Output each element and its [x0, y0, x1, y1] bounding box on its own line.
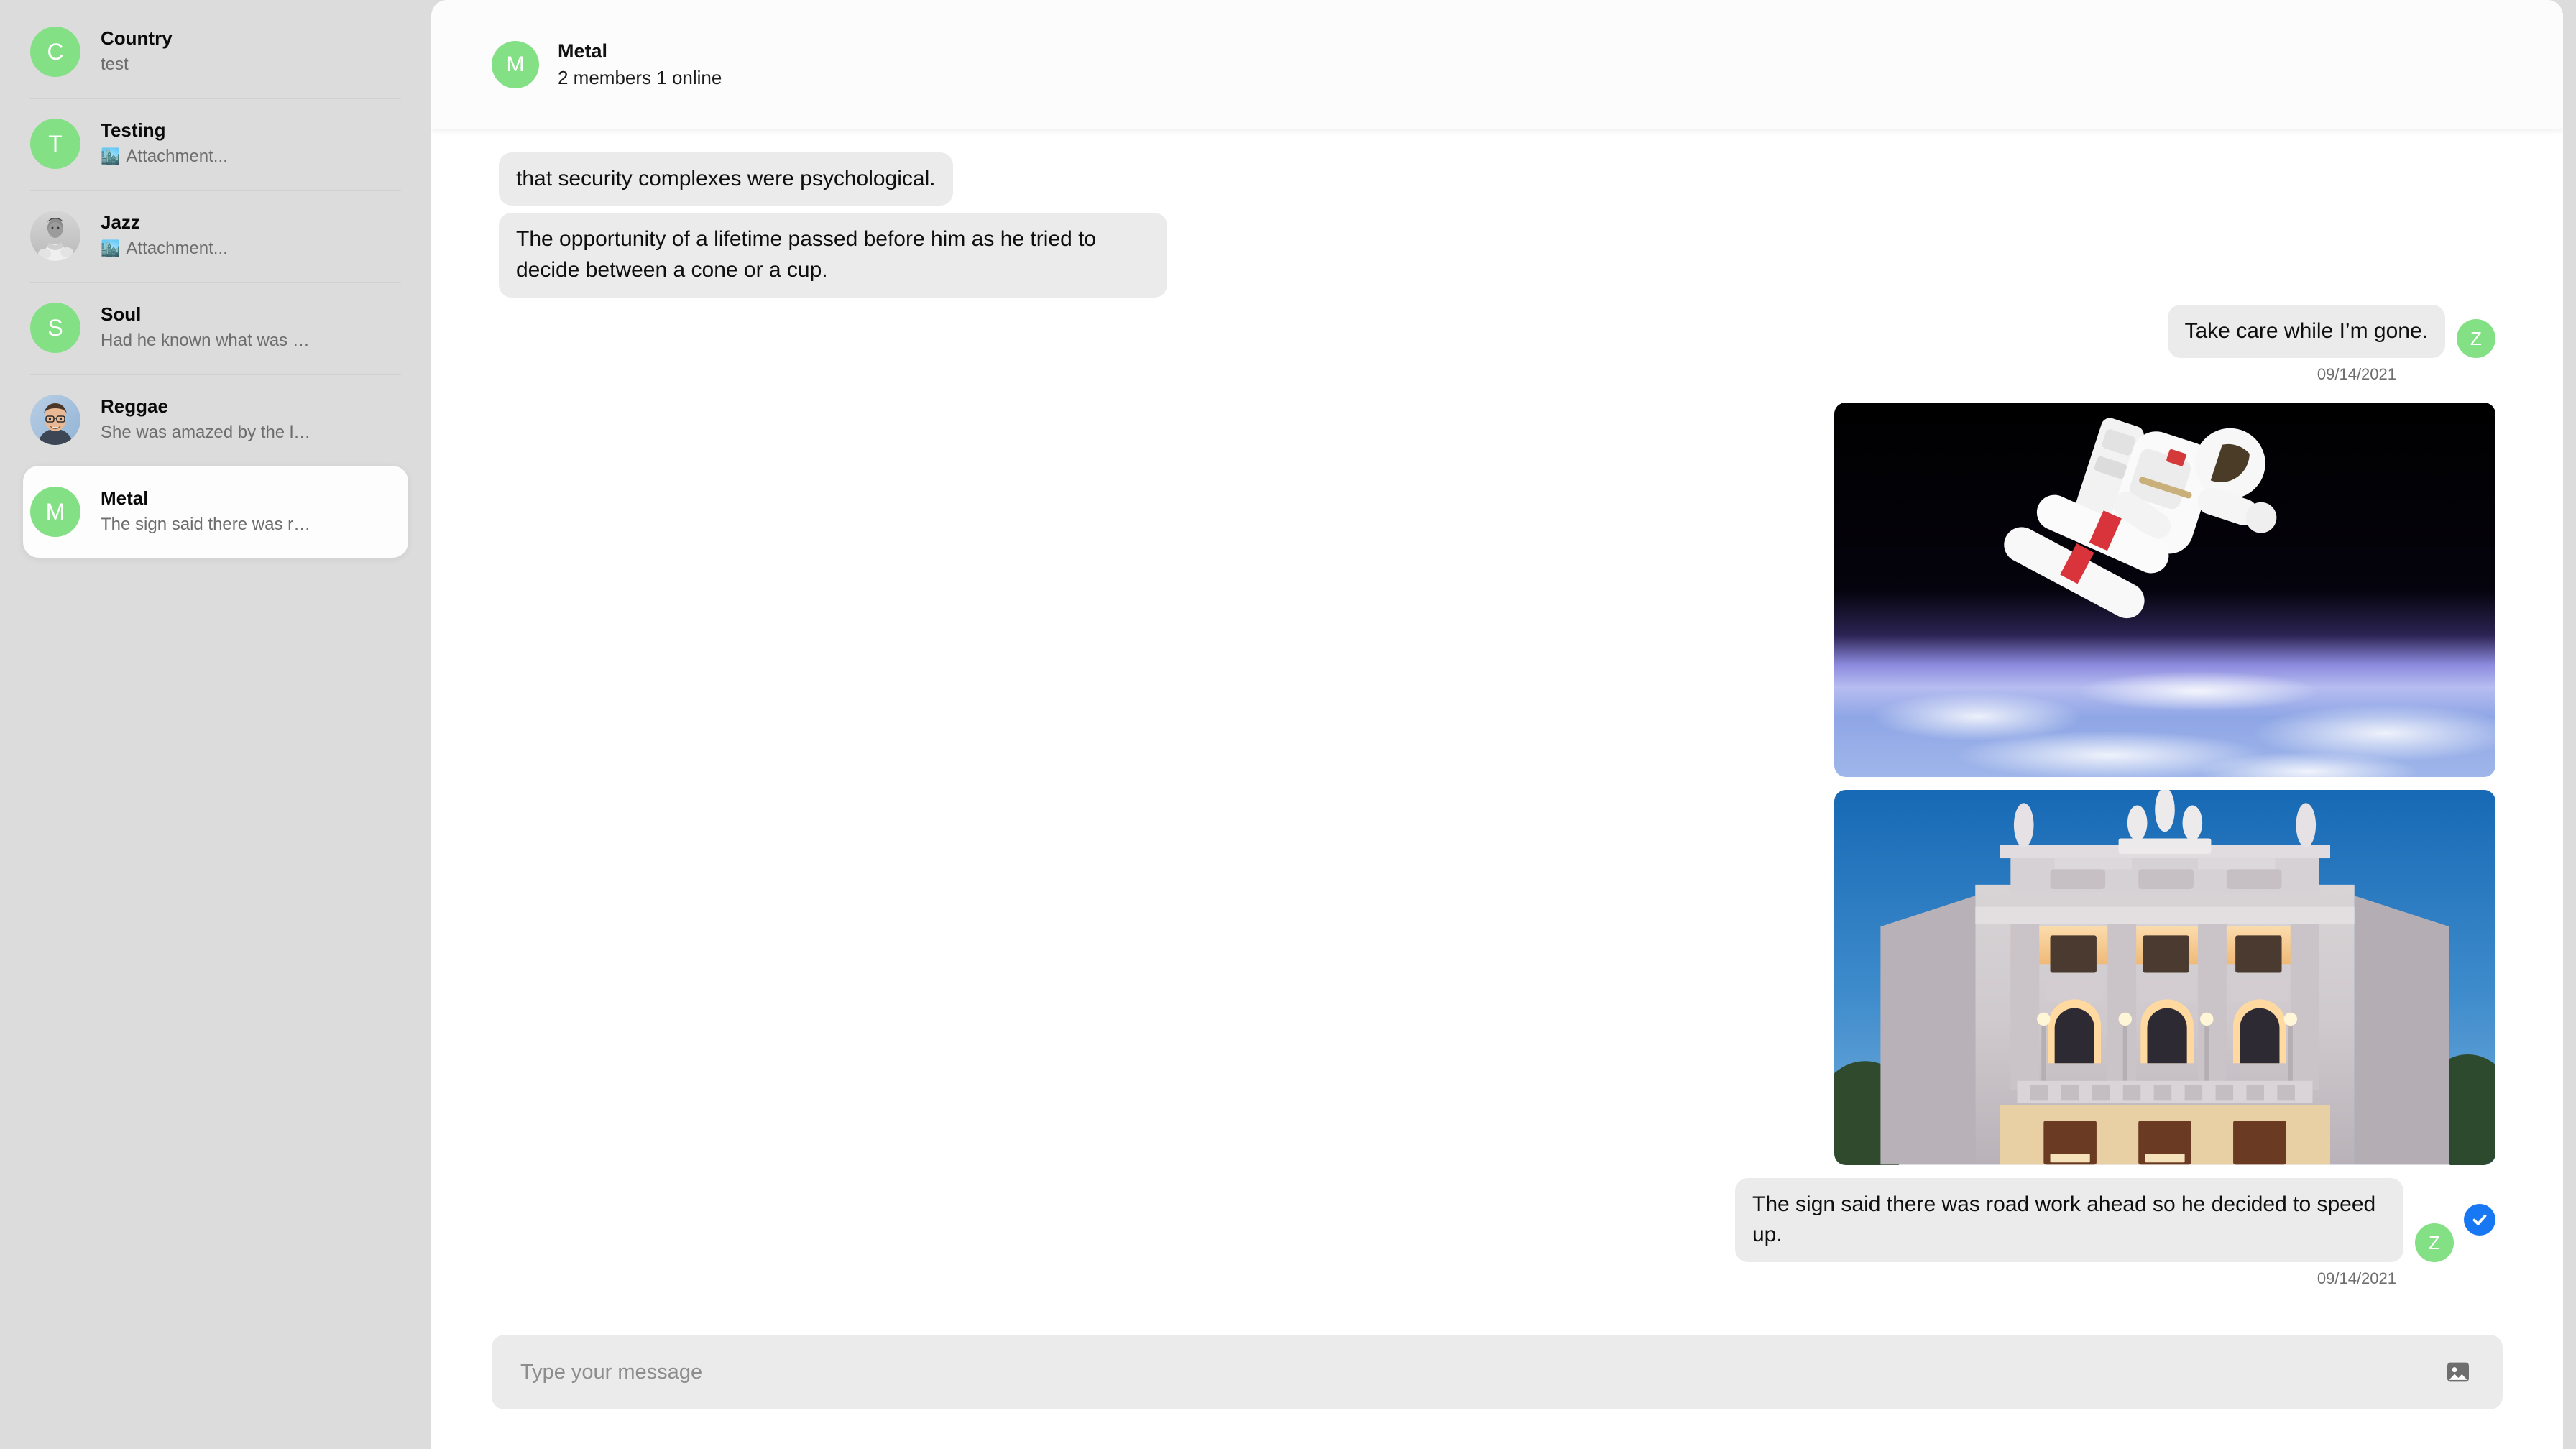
- message-timestamp: 09/14/2021: [2317, 365, 2396, 384]
- avatar: [30, 211, 80, 261]
- message-timestamp: 09/14/2021: [2317, 1269, 2396, 1287]
- conversation-name: Soul: [101, 303, 142, 325]
- chat-header-text: Metal 2 members 1 online: [558, 39, 722, 90]
- conversation-name: Metal: [101, 487, 149, 509]
- message-row: Take care while I’m gone. Z: [499, 304, 2496, 359]
- message-list[interactable]: that security complexes were psychologic…: [431, 129, 2563, 1320]
- avatar: T: [30, 119, 80, 169]
- portrait-image: [30, 395, 80, 445]
- conversation-preview: Had he known what was …: [101, 328, 310, 354]
- conversation-text: Reggae She was amazed by the l…: [101, 395, 310, 446]
- message-row: [499, 790, 2496, 1170]
- message-avatar: Z: [2415, 1223, 2454, 1262]
- message-list-inner: that security complexes were psychologic…: [431, 152, 2563, 1320]
- conversation-preview: test: [101, 52, 172, 78]
- conversation-text: Testing 🏙️ Attachment...: [101, 119, 228, 170]
- conversation-text: Metal The sign said there was r…: [101, 487, 310, 538]
- composer-box[interactable]: [492, 1335, 2503, 1409]
- chat-app: C Country test T Testing 🏙️ Attachment..…: [0, 0, 2576, 1449]
- conversation-preview: The sign said there was r…: [101, 512, 310, 538]
- preview-text: She was amazed by the l…: [101, 422, 311, 442]
- conversation-name: Testing: [101, 119, 166, 141]
- message-row: The sign said there was road work ahead …: [499, 1177, 2496, 1262]
- chat-header: M Metal 2 members 1 online: [431, 0, 2563, 129]
- chat-main: M Metal 2 members 1 online that security…: [431, 0, 2576, 1449]
- message-row: The opportunity of a lifetime passed bef…: [499, 213, 2496, 298]
- conversation-preview: She was amazed by the l…: [101, 420, 310, 446]
- preview-text: Attachment...: [126, 238, 228, 258]
- cityscape-icon: 🏙️: [101, 147, 121, 165]
- message-image-building[interactable]: [1834, 790, 2496, 1165]
- image-attach-button[interactable]: [2442, 1356, 2474, 1388]
- conversation-text: Jazz 🏙️ Attachment...: [101, 211, 228, 262]
- chat-members-status: 2 members 1 online: [558, 66, 722, 88]
- conversation-preview: 🏙️ Attachment...: [101, 144, 228, 170]
- conversation-preview: 🏙️ Attachment...: [101, 236, 228, 262]
- sidebar-item-testing[interactable]: T Testing 🏙️ Attachment...: [0, 98, 431, 190]
- avatar: M: [30, 487, 80, 537]
- message-image-astronaut[interactable]: [1834, 402, 2496, 778]
- sidebar-item-jazz[interactable]: Jazz 🏙️ Attachment...: [0, 190, 431, 282]
- preview-text: The sign said there was r…: [101, 514, 311, 534]
- conversation-sidebar: C Country test T Testing 🏙️ Attachment..…: [0, 0, 431, 1449]
- conversation-name: Reggae: [101, 395, 168, 417]
- avatar: S: [30, 303, 80, 353]
- message-bubble[interactable]: that security complexes were psychologic…: [499, 152, 953, 206]
- chat-panel: M Metal 2 members 1 online that security…: [431, 0, 2563, 1449]
- message-avatar: Z: [2457, 319, 2496, 359]
- message-bubble[interactable]: The opportunity of a lifetime passed bef…: [499, 213, 1167, 298]
- message-composer: [431, 1320, 2563, 1449]
- avatar: C: [30, 27, 80, 77]
- conversation-name: Country: [101, 27, 172, 49]
- message-bubble[interactable]: The sign said there was road work ahead …: [1735, 1177, 2404, 1262]
- avatar: [30, 395, 80, 445]
- image-icon: [2447, 1362, 2469, 1382]
- sidebar-item-country[interactable]: C Country test: [0, 6, 431, 98]
- sidebar-item-soul[interactable]: S Soul Had he known what was …: [0, 282, 431, 374]
- sidebar-item-metal[interactable]: M Metal The sign said there was r…: [23, 466, 408, 558]
- message-row: [499, 402, 2496, 783]
- preview-text: test: [101, 54, 129, 74]
- conversation-text: Soul Had he known what was …: [101, 303, 310, 354]
- preview-text: Attachment...: [126, 146, 228, 166]
- chat-title: Metal: [558, 40, 608, 63]
- message-bubble[interactable]: Take care while I’m gone.: [2167, 304, 2445, 359]
- conversation-text: Country test: [101, 27, 172, 78]
- conversation-name: Jazz: [101, 211, 140, 233]
- preview-text: Had he known what was …: [101, 330, 310, 350]
- grayscale-portrait-image: [30, 211, 80, 261]
- chat-header-avatar: M: [492, 41, 539, 88]
- delivered-check-icon: [2464, 1204, 2496, 1236]
- sidebar-item-reggae[interactable]: Reggae She was amazed by the l…: [0, 374, 431, 466]
- message-input[interactable]: [520, 1335, 2442, 1409]
- cityscape-icon: 🏙️: [101, 239, 121, 257]
- message-row: that security complexes were psychologic…: [499, 152, 2496, 206]
